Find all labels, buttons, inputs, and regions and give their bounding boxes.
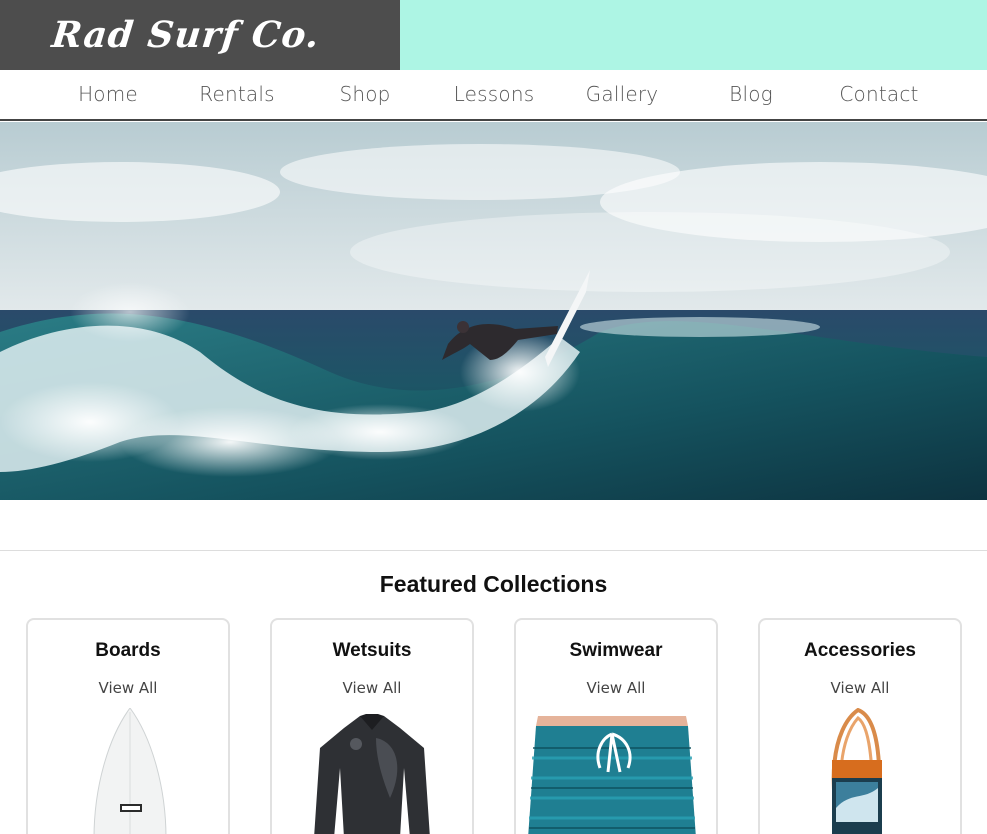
- collection-card-accessories[interactable]: Accessories View All: [758, 618, 962, 834]
- view-all-link[interactable]: View All: [28, 679, 228, 697]
- header-accent-panel: [400, 0, 987, 70]
- nav-item-gallery[interactable]: Gallery: [586, 82, 659, 106]
- nav-item-blog[interactable]: Blog: [729, 82, 773, 106]
- hero-surfer-image: [0, 122, 987, 500]
- view-all-link[interactable]: View All: [272, 679, 472, 697]
- view-all-link[interactable]: View All: [516, 679, 716, 697]
- nav-item-rentals[interactable]: Rentals: [199, 82, 274, 106]
- logo[interactable]: Rad Surf Co.: [0, 0, 400, 70]
- hero-banner: [0, 122, 987, 500]
- nav-item-lessons[interactable]: Lessons: [454, 82, 535, 106]
- site-header: Rad Surf Co.: [0, 0, 987, 70]
- boardshorts-image: [528, 716, 696, 834]
- collection-card-wetsuits[interactable]: Wetsuits View All: [270, 618, 474, 834]
- collection-card-boards[interactable]: Boards View All: [26, 618, 230, 834]
- collection-title: Boards: [95, 640, 161, 661]
- collection-title: Accessories: [804, 640, 916, 661]
- section-divider: [0, 550, 987, 551]
- main-nav: Home Rentals Shop Lessons Gallery Blog C…: [0, 70, 987, 121]
- collection-card-swimwear[interactable]: Swimwear View All: [514, 618, 718, 834]
- nav-item-contact[interactable]: Contact: [839, 82, 918, 106]
- wetsuit-image: [314, 714, 430, 834]
- logo-text[interactable]: Rad Surf Co.: [50, 14, 322, 56]
- collection-title: Swimwear: [569, 640, 663, 661]
- surf-leash-image: [831, 708, 882, 834]
- nav-item-home[interactable]: Home: [78, 82, 138, 106]
- collection-title: Wetsuits: [332, 640, 412, 661]
- nav-item-shop[interactable]: Shop: [339, 82, 390, 106]
- surfboard-image: [93, 708, 167, 834]
- featured-collections-title: Featured Collections: [379, 571, 608, 597]
- view-all-link[interactable]: View All: [760, 679, 960, 697]
